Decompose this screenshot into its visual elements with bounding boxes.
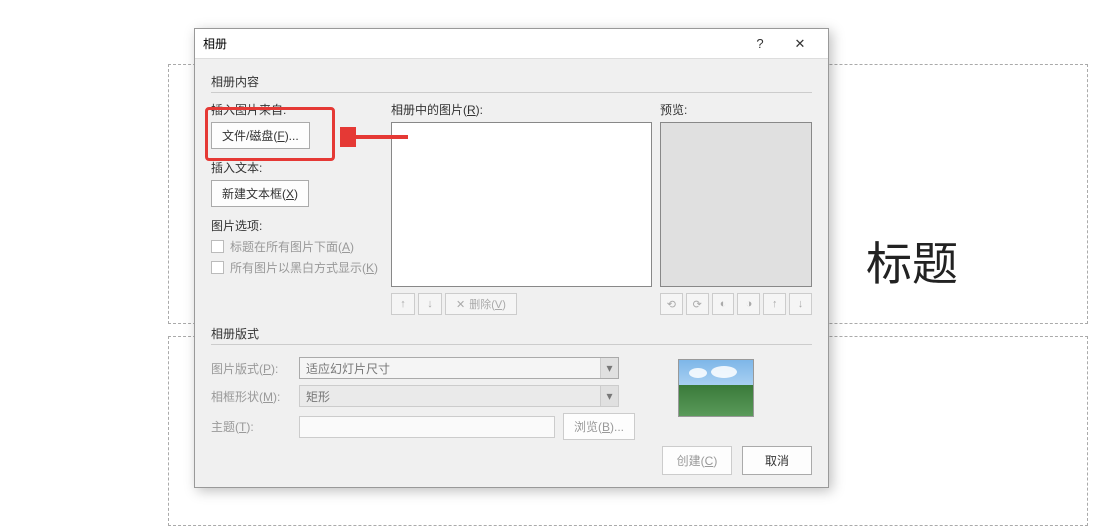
remove-x-icon: ✕ (456, 298, 465, 311)
rotate-left-button: ⟲ (660, 293, 683, 315)
file-disk-button-label: 文件/磁盘(F)... (222, 129, 299, 143)
brightness-down-icon: ↓ (798, 298, 804, 310)
contrast-down-icon: ◑ (746, 298, 753, 310)
contrast-up-button: ◐ (712, 293, 735, 315)
cancel-button-label: 取消 (765, 454, 789, 468)
album-layout-group-label: 相册版式 (211, 325, 812, 342)
caption-below-label: 标题在所有图片下面(A) (230, 238, 354, 255)
picture-layout-select[interactable]: 适应幻灯片尺寸 ▾ (299, 357, 619, 379)
frame-shape-value: 矩形 (306, 388, 330, 405)
create-button-label: 创建(C) (677, 454, 718, 468)
frame-shape-select: 矩形 ▾ (299, 385, 619, 407)
caption-below-checkbox-row: 标题在所有图片下面(A) (211, 238, 383, 255)
move-down-button: ↓ (418, 293, 442, 315)
picture-options-label: 图片选项: (211, 217, 383, 234)
brightness-up-icon: ↑ (772, 298, 778, 310)
picture-layout-label: 图片版式(P): (211, 360, 291, 377)
contrast-down-button: ◑ (737, 293, 760, 315)
bw-display-checkbox-row: 所有图片以黑白方式显示(K) (211, 259, 383, 276)
insert-text-label: 插入文本: (211, 159, 383, 176)
cancel-button[interactable]: 取消 (742, 446, 812, 475)
album-pictures-listbox[interactable] (391, 122, 652, 287)
slide-title-text: 标题 (866, 228, 958, 294)
bw-display-checkbox (211, 261, 224, 274)
frame-shape-label: 相框形状(M): (211, 388, 291, 405)
browse-button: 浏览(B)... (563, 413, 635, 440)
bw-display-label: 所有图片以黑白方式显示(K) (230, 259, 378, 276)
arrow-up-icon: ↑ (400, 298, 406, 310)
brightness-up-button: ↑ (763, 293, 786, 315)
rotate-right-icon: ⟳ (693, 298, 702, 311)
create-button[interactable]: 创建(C) (662, 446, 732, 475)
remove-button: ✕ 删除(V) (445, 293, 517, 315)
theme-input[interactable] (299, 416, 555, 438)
album-dialog: 相册 ? ✕ 相册内容 插入图片来自: 文件/磁盘(F)... 插入文本: 新建… (194, 28, 829, 488)
rotate-right-button: ⟳ (686, 293, 709, 315)
preview-label: 预览: (660, 101, 812, 118)
contrast-icon: ◐ (720, 298, 727, 310)
new-textbox-button-label: 新建文本框(X) (222, 187, 298, 201)
brightness-down-button: ↓ (789, 293, 812, 315)
titlebar[interactable]: 相册 ? ✕ (195, 29, 828, 59)
insert-from-label: 插入图片来自: (211, 101, 383, 118)
remove-button-label: 删除(V) (469, 296, 506, 312)
file-disk-button[interactable]: 文件/磁盘(F)... (211, 122, 310, 149)
new-textbox-button[interactable]: 新建文本框(X) (211, 180, 309, 207)
preview-area (660, 122, 812, 287)
pics-in-album-label: 相册中的图片(R): (391, 101, 652, 118)
picture-layout-value: 适应幻灯片尺寸 (306, 360, 390, 377)
chevron-down-icon: ▾ (600, 358, 618, 378)
rotate-left-icon: ⟲ (667, 298, 676, 311)
help-button[interactable]: ? (740, 30, 780, 58)
arrow-down-icon: ↓ (427, 298, 433, 310)
theme-label: 主题(T): (211, 418, 291, 435)
layout-thumbnail (678, 359, 754, 417)
caption-below-checkbox (211, 240, 224, 253)
dialog-title: 相册 (203, 35, 740, 52)
move-up-button: ↑ (391, 293, 415, 315)
close-button[interactable]: ✕ (780, 30, 820, 58)
chevron-down-icon: ▾ (600, 386, 618, 406)
browse-button-label: 浏览(B)... (574, 420, 624, 434)
album-content-group-label: 相册内容 (211, 73, 812, 90)
